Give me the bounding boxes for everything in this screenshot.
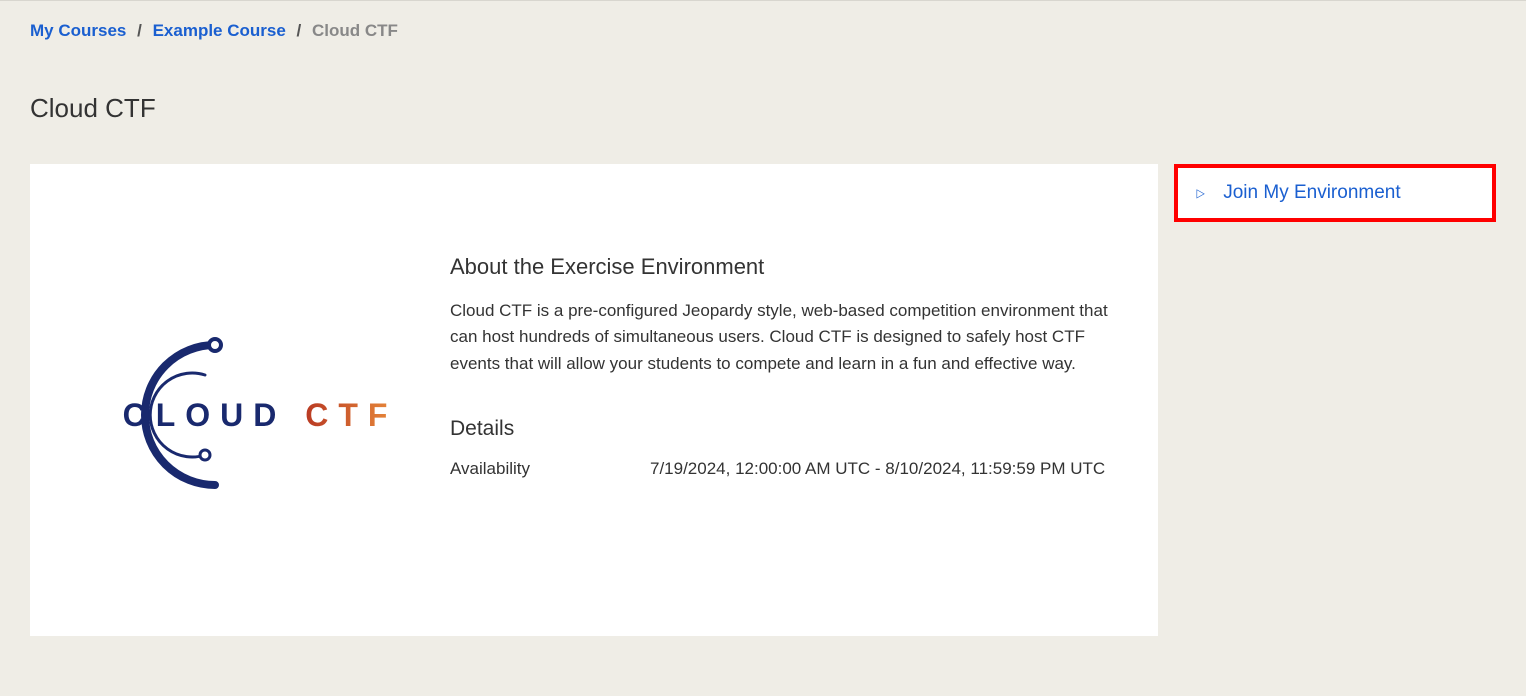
- play-icon: ▷: [1196, 187, 1204, 199]
- breadcrumb-link-my-courses[interactable]: My Courses: [30, 21, 126, 40]
- details-row-availability: Availability 7/19/2024, 12:00:00 AM UTC …: [450, 459, 1108, 479]
- join-environment-button[interactable]: ▷ Join My Environment: [1174, 164, 1496, 222]
- logo-word-ctf: CTF: [305, 397, 397, 433]
- breadcrumb-separator: /: [291, 21, 308, 40]
- about-description: Cloud CTF is a pre-configured Jeopardy s…: [450, 298, 1108, 377]
- cloud-ctf-logo: CLOUD CTF: [100, 335, 370, 495]
- details-heading: Details: [450, 417, 1108, 441]
- breadcrumb-separator: /: [131, 21, 148, 40]
- availability-label: Availability: [450, 459, 650, 479]
- about-heading: About the Exercise Environment: [450, 254, 1108, 280]
- breadcrumb: My Courses / Example Course / Cloud CTF: [30, 21, 1496, 41]
- availability-value: 7/19/2024, 12:00:00 AM UTC - 8/10/2024, …: [650, 459, 1105, 479]
- course-card: CLOUD CTF About the Exercise Environment…: [30, 164, 1158, 636]
- breadcrumb-link-example-course[interactable]: Example Course: [153, 21, 286, 40]
- page-title: Cloud CTF: [30, 93, 1496, 124]
- join-environment-label: Join My Environment: [1223, 182, 1400, 204]
- breadcrumb-current: Cloud CTF: [312, 21, 398, 40]
